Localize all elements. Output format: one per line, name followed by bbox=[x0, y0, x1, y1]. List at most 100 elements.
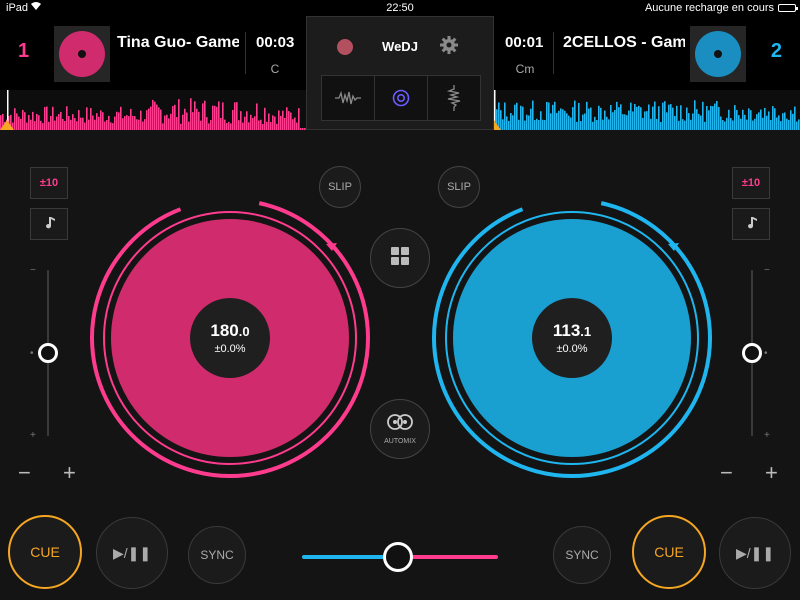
deck-a-pitch-range-button[interactable]: ±10 bbox=[30, 167, 68, 199]
waveform-bar bbox=[684, 120, 686, 130]
waveform-bar bbox=[546, 101, 548, 130]
waveform-bar bbox=[712, 106, 714, 130]
music-note-icon bbox=[743, 215, 759, 234]
waveform-bar bbox=[168, 118, 170, 130]
waveform-bar bbox=[242, 122, 244, 130]
deck-b-track-title[interactable]: 2CELLOS - Gam bbox=[563, 34, 685, 52]
waveform-bar bbox=[34, 121, 36, 130]
waveform-bar bbox=[0, 115, 2, 130]
pads-button[interactable] bbox=[370, 228, 430, 288]
waveform-bar bbox=[24, 112, 26, 130]
deck-b-key-lock-button[interactable] bbox=[732, 208, 770, 240]
waveform-bar bbox=[286, 107, 288, 130]
waveform-bar bbox=[540, 111, 542, 130]
waveform-bar bbox=[120, 106, 122, 130]
waveform-bar bbox=[148, 108, 150, 130]
waveform-bar bbox=[200, 120, 202, 130]
view-mode-tabs bbox=[321, 75, 481, 121]
waveform-bar bbox=[502, 119, 504, 130]
waveform-bar bbox=[134, 116, 136, 130]
waveform-bar bbox=[634, 103, 636, 130]
battery-status-text: Aucune recharge en cours bbox=[644, 2, 774, 14]
deck-a-key-lock-button[interactable] bbox=[30, 208, 68, 240]
waveform-bar bbox=[184, 108, 186, 130]
deck-a-pitch-plus-button[interactable]: + bbox=[63, 462, 76, 484]
deck-b-jog-wheel[interactable]: 113.1 ±0.0% bbox=[430, 196, 714, 480]
pitch-center-dot: • bbox=[30, 348, 34, 359]
deck-a-jog-wheel[interactable]: 180.0 ±0.0% bbox=[88, 196, 372, 480]
waveform-bar bbox=[194, 101, 196, 130]
waveform-bar bbox=[588, 108, 590, 130]
waveform-bar bbox=[676, 105, 678, 130]
waveform-bar bbox=[290, 112, 292, 130]
deck-a-track-title[interactable]: Tina Guo- Game bbox=[117, 34, 239, 52]
deck-b-pitch-range-button[interactable]: ±10 bbox=[732, 167, 770, 199]
turntable-icon[interactable] bbox=[375, 76, 428, 120]
gear-icon[interactable] bbox=[439, 35, 459, 55]
waveform-bar bbox=[154, 101, 156, 130]
waveform-bar bbox=[158, 107, 160, 130]
deck-b-slip-button[interactable]: SLIP bbox=[438, 166, 480, 208]
waveform-bar bbox=[500, 110, 502, 130]
waveform-icon[interactable] bbox=[322, 76, 375, 120]
waveform-bar bbox=[70, 119, 72, 130]
crossfader[interactable] bbox=[302, 542, 498, 572]
waveform-bar bbox=[516, 102, 518, 130]
deck-a-sync-button[interactable]: SYNC bbox=[188, 526, 246, 584]
waveform-bar bbox=[294, 117, 296, 130]
deck-b-waveform[interactable] bbox=[494, 90, 800, 130]
waveform-bar bbox=[190, 98, 192, 130]
waveform-bar bbox=[754, 118, 756, 130]
deck-b-artwork[interactable] bbox=[690, 26, 746, 82]
waveform-bar bbox=[252, 118, 254, 130]
waveform-bar bbox=[100, 110, 102, 130]
waveform-bar bbox=[568, 115, 570, 130]
waveform-bar bbox=[48, 121, 50, 130]
deck-a-bpm-value: 180.0 bbox=[210, 321, 249, 341]
divider bbox=[245, 32, 246, 74]
waveform-bar bbox=[258, 120, 260, 130]
waveform-bar bbox=[560, 108, 562, 130]
waveform-bar bbox=[116, 111, 118, 130]
waveform-bar bbox=[498, 102, 500, 130]
deck-a-pitch-knob[interactable] bbox=[38, 343, 58, 363]
waveform-bar bbox=[718, 107, 720, 130]
waveform-bar bbox=[518, 119, 520, 130]
waveform-bar bbox=[700, 115, 702, 130]
waveform-bar bbox=[114, 116, 116, 130]
deck-a-pitch-minus-button[interactable]: − bbox=[18, 462, 31, 484]
waveform-bar bbox=[616, 101, 618, 130]
deck-b-pitch-plus-button[interactable]: + bbox=[765, 462, 778, 484]
deck-b-cue-button[interactable]: CUE bbox=[632, 515, 706, 589]
vertical-waveform-icon[interactable] bbox=[428, 76, 480, 120]
waveform-bar bbox=[302, 128, 304, 130]
waveform-bar bbox=[526, 114, 528, 130]
waveform-bar bbox=[552, 104, 554, 130]
deck-a-elapsed-time: 00:03 bbox=[256, 34, 295, 51]
deck-a-slip-button[interactable]: SLIP bbox=[319, 166, 361, 208]
waveform-bar bbox=[534, 120, 536, 130]
deck-a-artwork[interactable] bbox=[54, 26, 110, 82]
waveform-bar bbox=[244, 116, 246, 130]
crossfader-knob[interactable] bbox=[383, 542, 414, 572]
waveform-bar bbox=[580, 121, 582, 130]
automix-button[interactable]: AUTOMIX bbox=[370, 399, 430, 459]
deck-b-play-pause-button[interactable]: ▶/❚❚ bbox=[719, 517, 791, 589]
deck-b-pitch-knob[interactable] bbox=[742, 343, 762, 363]
waveform-bar bbox=[710, 105, 712, 130]
deck-a-cue-button[interactable]: CUE bbox=[8, 515, 82, 589]
waveform-bar bbox=[216, 106, 218, 130]
waveform-bar bbox=[742, 109, 744, 130]
deck-b-sync-button[interactable]: SYNC bbox=[553, 526, 611, 584]
deck-b-pitch-minus-button[interactable]: − bbox=[720, 462, 733, 484]
waveform-bar bbox=[108, 115, 110, 130]
waveform-bar bbox=[36, 113, 38, 130]
waveform-bar bbox=[136, 119, 138, 130]
waveform-bar bbox=[208, 123, 210, 130]
deck-a-play-pause-button[interactable]: ▶/❚❚ bbox=[96, 517, 168, 589]
waveform-bar bbox=[236, 102, 238, 130]
waveform-bar bbox=[584, 113, 586, 130]
waveform-bar bbox=[94, 119, 96, 130]
waveform-bar bbox=[780, 121, 782, 130]
deck-a-waveform[interactable] bbox=[0, 90, 306, 130]
